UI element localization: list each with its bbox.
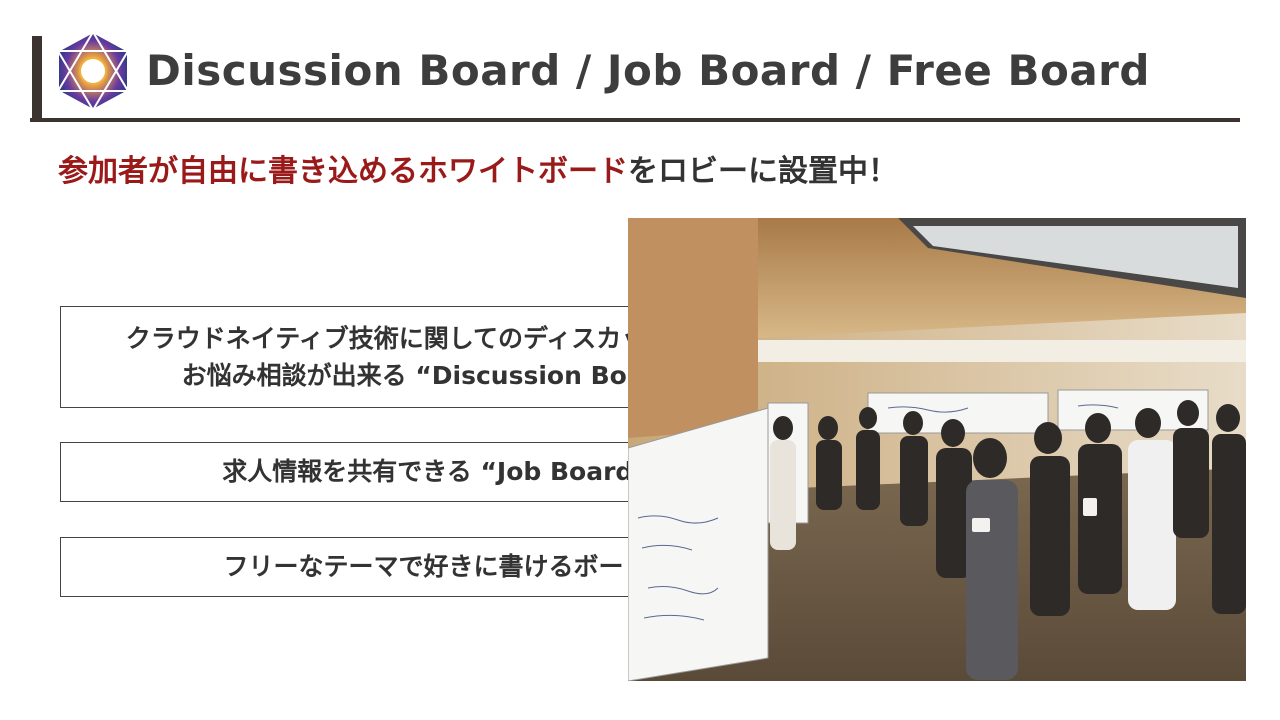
title-bar: Discussion Board / Job Board / Free Boar… bbox=[30, 30, 1240, 124]
subtitle-rest: をロビーに設置中！ bbox=[628, 154, 898, 189]
title-accent-bar bbox=[32, 36, 42, 120]
hexagon-galaxy-logo-icon bbox=[57, 30, 129, 112]
lobby-whiteboard-photo bbox=[628, 218, 1246, 681]
page-title: Discussion Board / Job Board / Free Boar… bbox=[146, 46, 1150, 95]
subtitle-highlight: 参加者が自由に書き込めるホワイトボード bbox=[58, 154, 628, 189]
title-underline bbox=[30, 118, 1240, 122]
subtitle: 参加者が自由に書き込めるホワイトボードをロビーに設置中！ bbox=[58, 146, 898, 190]
